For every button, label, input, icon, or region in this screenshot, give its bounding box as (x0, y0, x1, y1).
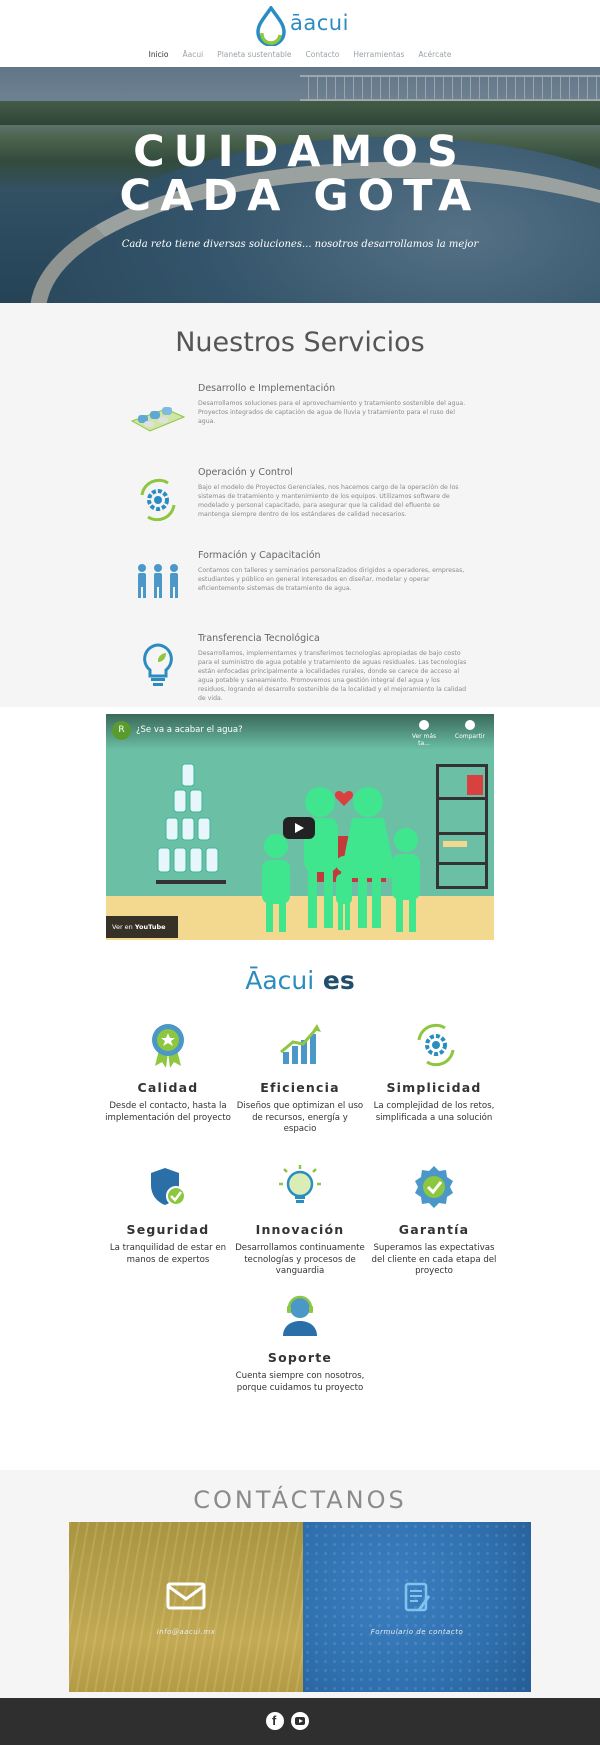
nav-item-aacui[interactable]: Āacui (182, 50, 203, 59)
guarantee-seal-icon (415, 1166, 453, 1208)
brand-logo[interactable]: āacui (254, 6, 354, 46)
service-text: Contamos con talleres y seminarios perso… (198, 567, 465, 592)
play-button[interactable] (283, 817, 315, 839)
form-document-icon (404, 1582, 431, 1612)
shield-check-icon (151, 1168, 186, 1206)
watch-later-button[interactable]: Ver más ta... (406, 720, 442, 747)
service-text: Bajo el modelo de Proyectos Gerenciales,… (198, 484, 459, 518)
contact-title: CONTÁCTANOS (193, 1486, 407, 1514)
water-drop-logo-icon (256, 6, 286, 46)
contact-section: CONTÁCTANOS info@aacui.mx Formulario de … (0, 1470, 600, 1698)
illustration-family (262, 787, 420, 932)
people-icon (138, 564, 178, 598)
services-section: Nuestros Servicios Desarrollo e Implemen… (0, 303, 600, 707)
illustration-bottles (157, 763, 219, 873)
nav-item-contacto[interactable]: Contacto (306, 50, 340, 59)
growth-chart-icon (280, 1024, 321, 1064)
contact-form-link[interactable]: Formulario de contacto (303, 1628, 531, 1636)
illustration-shelf (436, 764, 488, 889)
feature-card: Innovación Desarrollamos continuamente t… (235, 1164, 365, 1278)
gear-cycle-icon (417, 1023, 455, 1067)
nav-item-inicio[interactable]: Inicio (149, 50, 169, 59)
lightbulb-icon (279, 1165, 321, 1203)
support-agent-icon (283, 1295, 317, 1336)
leaf-bulb-icon (143, 643, 173, 686)
nav-item-herramientas[interactable]: Herramientas (353, 50, 404, 59)
hero-tagline: Cada reto tiene diversas soluciones... n… (121, 239, 479, 250)
site-footer: f (0, 1698, 600, 1745)
feature-card: Calidad Desde el contacto, hasta la impl… (103, 1022, 233, 1124)
youtube-logo: YouTube (134, 923, 166, 931)
service-title: Desarrollo e Implementación (198, 383, 336, 394)
video-player[interactable]: R ¿Se va a acabar el agua? Ver más ta...… (106, 714, 494, 940)
clock-icon (419, 720, 429, 730)
main-nav: Inicio Āacui Planeta sustentable Contact… (0, 50, 600, 59)
site-header: āacui Inicio Āacui Planeta sustentable C… (0, 0, 600, 67)
watch-on-youtube-button[interactable]: Ver en YouTube (106, 916, 178, 938)
share-icon (465, 720, 475, 730)
quality-badge-icon (152, 1024, 184, 1068)
hero-title-line2: CADA GOTA (119, 171, 481, 221)
share-button[interactable]: Compartir (452, 720, 488, 740)
aacui-es-title: Āacui es (245, 966, 355, 995)
service-text: Desarrollamos, implementamos y transferi… (198, 650, 467, 702)
illustration-table (156, 880, 226, 884)
feature-card: Soporte Cuenta siempre con nosotros, por… (235, 1292, 365, 1394)
envelope-icon (166, 1582, 206, 1610)
water-filters-icon (130, 407, 186, 432)
nav-item-acercate[interactable]: Acércate (418, 50, 451, 59)
service-title: Formación y Capacitación (198, 550, 321, 561)
feature-card: Eficiencia Diseños que optimizan el uso … (235, 1022, 365, 1136)
facebook-icon[interactable]: f (266, 1712, 284, 1730)
service-text: Desarrollamos soluciones para el aprovec… (198, 400, 466, 425)
feature-card: Garantía Superamos las expectativas del … (369, 1164, 499, 1278)
feature-card: Seguridad La tranquilidad de estar en ma… (103, 1164, 233, 1266)
hero-banner: CUIDAMOS CADA GOTA Cada reto tiene diver… (0, 67, 600, 303)
email-contact-card[interactable]: info@aacui.mx (69, 1522, 303, 1692)
hero-title-line1: CUIDAMOS (133, 127, 467, 177)
services-title: Nuestros Servicios (175, 327, 425, 358)
video-title[interactable]: ¿Se va a acabar el agua? (136, 725, 243, 735)
email-link[interactable]: info@aacui.mx (69, 1628, 303, 1636)
form-contact-card[interactable]: Formulario de contacto (303, 1522, 531, 1692)
service-title: Operación y Control (198, 467, 293, 478)
service-title: Transferencia Tecnológica (198, 633, 320, 644)
feature-card: Simplicidad La complejidad de los retos,… (369, 1022, 499, 1124)
youtube-icon[interactable] (291, 1712, 309, 1730)
brand-name: āacui (290, 11, 349, 35)
channel-avatar[interactable]: R (112, 721, 131, 740)
gear-cycle-icon (140, 478, 176, 522)
nav-item-planeta-sustentable[interactable]: Planeta sustentable (217, 50, 291, 59)
